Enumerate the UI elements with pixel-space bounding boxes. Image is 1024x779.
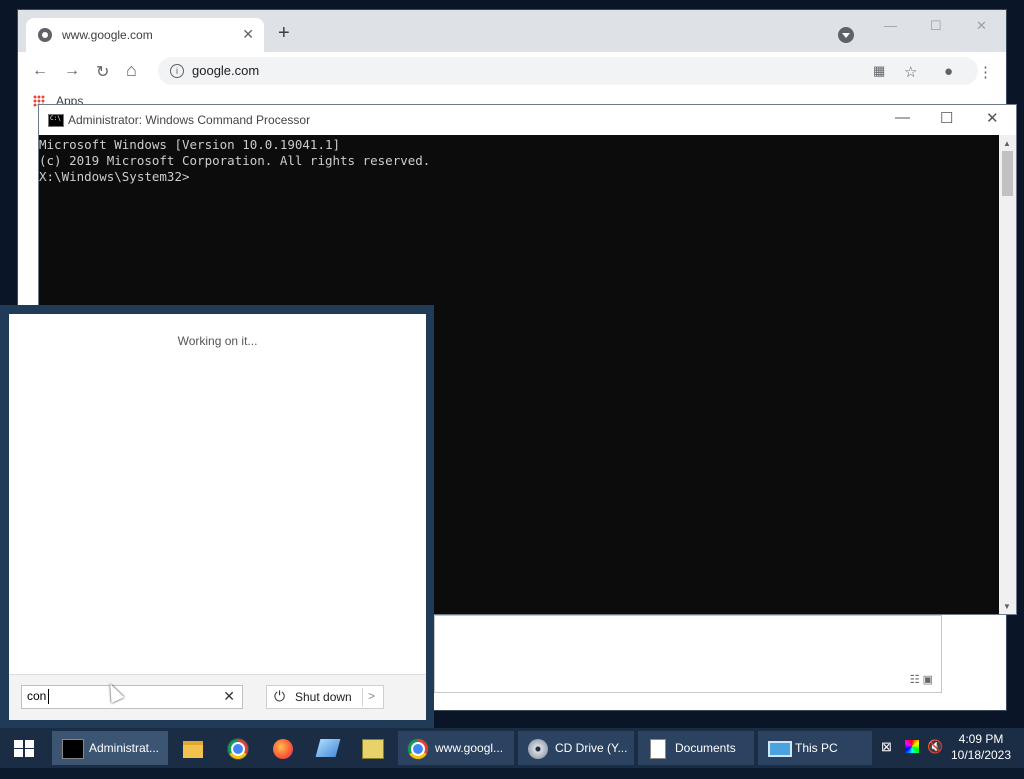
home-icon[interactable]: ⌂ — [126, 60, 137, 81]
chrome-minimize-button[interactable]: — — [884, 18, 897, 33]
url-text[interactable]: google.com — [192, 63, 259, 78]
text-caret — [48, 689, 49, 704]
taskbar-item-explorer[interactable] — [173, 731, 213, 765]
start-bottom-bar: con ✕ ⏻ Shut down > — [9, 674, 426, 720]
back-icon[interactable]: ← — [32, 62, 48, 80]
profile-icon[interactable]: ● — [944, 63, 953, 80]
spreadsheet-icon — [362, 739, 384, 759]
chrome-toolbar: ← → ↻ ⌂ i google.com ▦ ☆ ● ⋮ — [18, 52, 1006, 90]
reload-icon[interactable]: ↻ — [96, 62, 109, 82]
search-status: Working on it... — [177, 334, 258, 348]
tab-search-icon[interactable] — [838, 27, 854, 43]
qr-code-icon[interactable]: ▦ — [873, 63, 885, 79]
windows-logo-icon — [14, 740, 34, 757]
taskbar-label: CD Drive (Y... — [555, 741, 628, 755]
cmd-scrollbar[interactable]: ▲ ▼ — [999, 135, 1016, 614]
cmd-icon — [62, 739, 84, 759]
volume-muted-icon[interactable]: 🔇 — [927, 739, 943, 779]
document-icon — [650, 739, 666, 759]
chrome-maximize-button[interactable]: ☐ — [930, 18, 942, 34]
this-pc-icon — [768, 741, 792, 757]
taskbar-item-chrome[interactable] — [218, 731, 258, 765]
taskbar-item-firefox[interactable] — [263, 731, 303, 765]
taskbar-label: This PC — [795, 741, 838, 755]
firefox-icon — [273, 739, 293, 759]
clock-time: 4:09 PM — [958, 732, 1004, 746]
display-icon[interactable] — [905, 740, 919, 753]
start-search-panel: Working on it... con ✕ ⏻ Shut down > — [0, 305, 434, 728]
taskbar-item-cd-drive[interactable]: CD Drive (Y... — [518, 731, 634, 765]
system-clock[interactable]: 4:09 PM 10/18/2023 — [946, 731, 1016, 763]
clear-search-icon[interactable]: ✕ — [223, 688, 235, 705]
cmd-maximize-button[interactable]: ☐ — [940, 109, 953, 127]
chrome-icon — [228, 739, 248, 759]
taskbar: Administrat... www.googl... CD Drive (Y.… — [0, 728, 1024, 768]
chrome-icon — [408, 739, 428, 759]
network-icon[interactable]: ⊠ — [881, 739, 892, 779]
page-content-panel: ☷ ▣ — [434, 615, 942, 693]
cmd-minimize-button[interactable]: — — [895, 109, 910, 126]
cmd-title-bar[interactable]: Administrator: Windows Command Processor… — [39, 105, 1016, 135]
tab-title: www.google.com — [62, 28, 153, 42]
bookmark-star-icon[interactable]: ☆ — [904, 63, 917, 81]
taskbar-item-documents[interactable]: Documents — [638, 731, 754, 765]
search-input[interactable]: con ✕ — [21, 685, 243, 709]
search-value[interactable]: con — [27, 689, 46, 703]
cmd-icon — [48, 114, 64, 127]
console-prompt: X:\Windows\System32> — [39, 169, 190, 184]
scroll-down-icon[interactable]: ▼ — [1003, 602, 1011, 611]
file-explorer-icon — [183, 741, 203, 758]
taskbar-label: Documents — [675, 741, 736, 755]
chrome-close-button[interactable]: ✕ — [976, 18, 987, 34]
forward-icon[interactable]: → — [64, 62, 80, 80]
view-mode-icons[interactable]: ☷ ▣ — [910, 673, 933, 686]
shutdown-button[interactable]: ⏻ Shut down > — [266, 685, 384, 709]
cmd-title: Administrator: Windows Command Processor — [68, 113, 311, 127]
shutdown-label: Shut down — [295, 690, 352, 704]
app-icon — [315, 739, 341, 757]
cmd-close-button[interactable]: ✕ — [986, 109, 999, 127]
tab-google[interactable]: www.google.com ✕ — [26, 18, 264, 52]
chrome-tab-bar: www.google.com ✕ + — ☐ ✕ — [18, 10, 1006, 52]
clock-date: 10/18/2023 — [950, 748, 1012, 762]
console-line: Microsoft Windows [Version 10.0.19041.1] — [39, 137, 341, 152]
globe-icon — [38, 28, 52, 42]
taskbar-item-spreadsheet[interactable] — [352, 731, 392, 765]
taskbar-item-chrome-window[interactable]: www.googl... — [398, 731, 514, 765]
console-line: (c) 2019 Microsoft Corporation. All righ… — [39, 153, 431, 168]
divider — [362, 688, 363, 706]
new-tab-button[interactable]: + — [278, 23, 290, 43]
scroll-up-icon[interactable]: ▲ — [1003, 139, 1011, 148]
search-results-area: Working on it... con ✕ ⏻ Shut down > — [9, 314, 426, 720]
start-button[interactable] — [0, 728, 48, 768]
chrome-menu-icon[interactable]: ⋮ — [978, 63, 993, 81]
power-icon: ⏻ — [274, 688, 286, 704]
scroll-thumb[interactable] — [1002, 151, 1013, 196]
taskbar-label: Administrat... — [89, 741, 160, 755]
taskbar-label: www.googl... — [435, 741, 504, 755]
taskbar-item-this-pc[interactable]: This PC — [758, 731, 872, 765]
address-bar[interactable]: i google.com — [158, 57, 978, 85]
cd-drive-icon — [528, 739, 548, 759]
taskbar-item-cmd[interactable]: Administrat... — [52, 731, 168, 765]
tab-close-icon[interactable]: ✕ — [242, 26, 254, 43]
shutdown-options-arrow[interactable]: > — [368, 689, 375, 703]
info-icon[interactable]: i — [170, 64, 184, 78]
taskbar-item-app[interactable] — [308, 731, 348, 765]
